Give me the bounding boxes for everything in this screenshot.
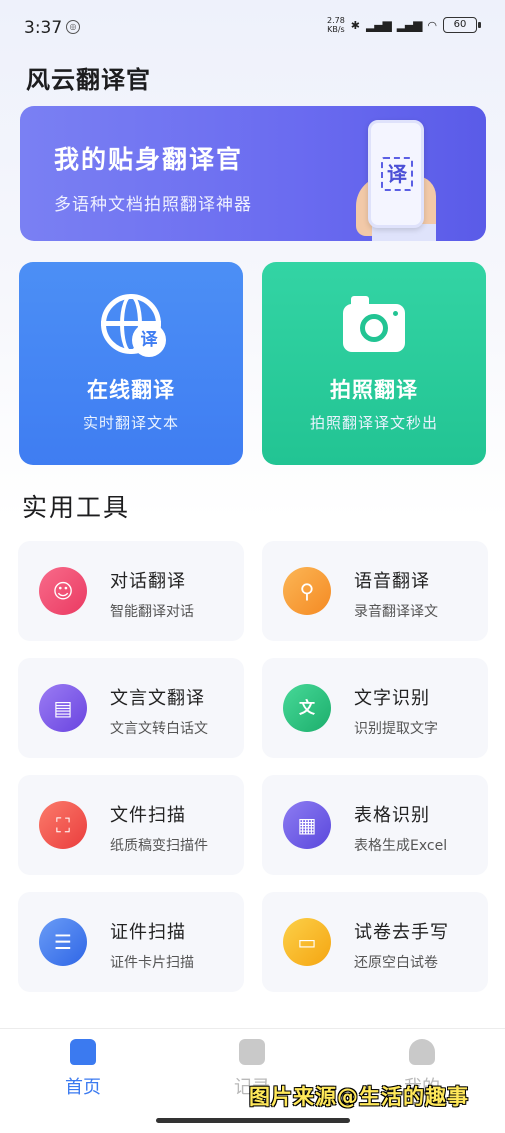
network-speed: 2.78 KB/s: [327, 16, 345, 34]
paper-icon: ▭: [283, 918, 331, 966]
camera-icon: [343, 296, 405, 352]
bluetooth-icon: ✱: [350, 18, 361, 32]
signal-icon-2: ▂▄▆: [396, 18, 423, 32]
status-bar: 3:37 ◎ 2.78 KB/s ✱ ▂▄▆ ▂▄▆ ◠ 60: [0, 0, 505, 56]
tool-table-recognition[interactable]: ▦ 表格识别 表格生成Excel: [262, 775, 488, 875]
home-indicator[interactable]: [156, 1118, 350, 1123]
phone-illustration: 译: [368, 120, 424, 228]
card-title: 拍照翻译: [330, 378, 418, 402]
profile-icon: [409, 1039, 435, 1065]
banner-title: 我的贴身翻译官: [54, 145, 244, 174]
battery-icon: 60: [443, 17, 481, 33]
table-icon: ▦: [283, 801, 331, 849]
translate-glyph: 译: [381, 157, 413, 191]
network-speed-unit: KB/s: [327, 25, 345, 34]
tool-subtitle: 识别提取文字: [354, 721, 438, 737]
tool-title: 文言文翻译: [110, 688, 205, 709]
tool-subtitle: 表格生成Excel: [354, 838, 448, 854]
document-scan-icon: ⛶: [39, 801, 87, 849]
tool-subtitle: 还原空白试卷: [354, 955, 438, 971]
status-time: 3:37: [24, 18, 63, 38]
tool-title: 文件扫描: [110, 805, 186, 826]
record-icon: [239, 1039, 265, 1065]
tool-title: 语音翻译: [354, 571, 430, 592]
section-title: 实用工具: [22, 493, 131, 522]
online-translate-card[interactable]: 译 在线翻译 实时翻译文本: [19, 262, 243, 465]
text-scan-icon: 文: [283, 684, 331, 732]
home-icon: [70, 1039, 96, 1065]
card-title: 在线翻译: [87, 378, 175, 402]
tool-title: 文字识别: [354, 688, 430, 709]
network-speed-value: 2.78: [326, 16, 345, 25]
tool-subtitle: 智能翻译对话: [110, 604, 194, 620]
tool-file-scan[interactable]: ⛶ 文件扫描 纸质稿变扫描件: [18, 775, 244, 875]
wifi-icon: ◠: [427, 18, 437, 32]
card-subtitle: 拍照翻译译文秒出: [309, 414, 438, 432]
tool-title: 对话翻译: [110, 571, 186, 592]
tool-title: 试卷去手写: [354, 922, 449, 943]
tool-subtitle: 纸质稿变扫描件: [110, 838, 208, 854]
tool-subtitle: 证件卡片扫描: [110, 955, 194, 971]
status-icons: 2.78 KB/s ✱ ▂▄▆ ▂▄▆ ◠ 60: [327, 16, 481, 34]
camera-top: [351, 296, 369, 306]
tool-voice-translate[interactable]: ⚲ 语音翻译 录音翻译译文: [262, 541, 488, 641]
tool-title: 表格识别: [354, 805, 430, 826]
promo-banner[interactable]: 我的贴身翻译官 多语种文档拍照翻译神器 译: [20, 106, 486, 241]
tool-text-recognition[interactable]: 文 文字识别 识别提取文字: [262, 658, 488, 758]
tool-dialogue-translate[interactable]: ☺ 对话翻译 智能翻译对话: [18, 541, 244, 641]
id-card-icon: ☰: [39, 918, 87, 966]
photo-translate-card[interactable]: 拍照翻译 拍照翻译译文秒出: [262, 262, 486, 465]
tool-classical-translate[interactable]: ▤ 文言文翻译 文言文转白话文: [18, 658, 244, 758]
card-subtitle: 实时翻译文本: [82, 414, 179, 432]
globe-icon: 译: [101, 294, 166, 357]
chat-icon: ☺: [39, 567, 87, 615]
tool-id-scan[interactable]: ☰ 证件扫描 证件卡片扫描: [18, 892, 244, 992]
tool-title: 证件扫描: [110, 922, 186, 943]
camera-flash: [393, 311, 398, 316]
app-title: 风云翻译官: [26, 66, 151, 94]
banner-subtitle: 多语种文档拍照翻译神器: [54, 195, 252, 215]
tool-remove-handwriting[interactable]: ▭ 试卷去手写 还原空白试卷: [262, 892, 488, 992]
nav-label: 首页: [65, 1077, 101, 1098]
nav-home[interactable]: 首页: [23, 1039, 143, 1099]
translate-badge-icon: 译: [132, 323, 166, 357]
tool-subtitle: 录音翻译译文: [354, 604, 438, 620]
book-icon: ▤: [39, 684, 87, 732]
microphone-icon: ⚲: [283, 567, 331, 615]
camera-lens: [360, 314, 388, 342]
notification-icon: ◎: [66, 20, 80, 34]
tool-subtitle: 文言文转白话文: [110, 721, 208, 737]
signal-icon: ▂▄▆: [366, 18, 392, 32]
watermark: 图片来源@生活的趣事: [249, 1085, 469, 1109]
